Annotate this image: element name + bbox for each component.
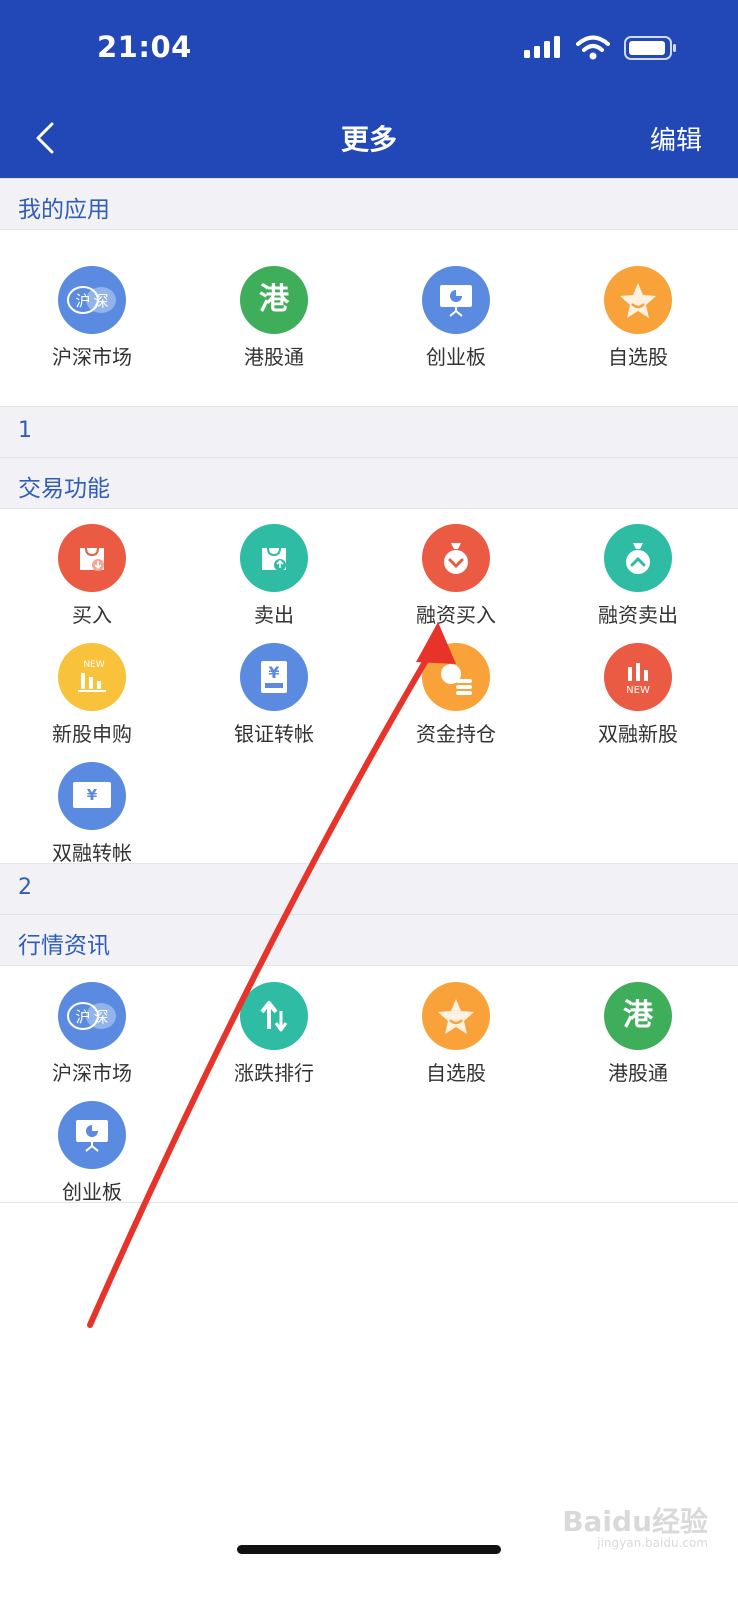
svg-text:NEW: NEW (626, 685, 650, 696)
app-label: 卖出 (254, 603, 294, 627)
hushen-icon: 沪 深 (58, 982, 126, 1050)
app-label: 沪深市场 (52, 1061, 132, 1085)
page-title: 更多 (340, 123, 397, 156)
app-label: 新股申购 (52, 722, 132, 746)
app-ipo-subscribe[interactable]: NEW 新股申购 (12, 643, 172, 747)
coin-stack-icon (422, 643, 490, 711)
app-margin-sell[interactable]: 融资卖出 (558, 524, 718, 628)
app-buy[interactable]: 买入 (12, 524, 172, 628)
app-hushen-market[interactable]: 沪 深 沪深市场 (12, 982, 172, 1086)
svg-text:深: 深 (93, 1008, 108, 1026)
app-watchlist[interactable]: 自选股 (558, 266, 718, 370)
svg-text:¥: ¥ (87, 786, 98, 804)
app-margin-buy[interactable]: 融资买入 (376, 524, 536, 628)
app-label: 自选股 (608, 345, 668, 369)
section-my-apps-header: 我的应用 (0, 178, 738, 230)
presentation-board-icon (422, 266, 490, 334)
hushen-icon: 沪 深 (58, 266, 126, 334)
app-chinext[interactable]: 创业板 (12, 1101, 172, 1205)
yen-card-icon: ¥ (240, 643, 308, 711)
status-bar: 21:04 (0, 0, 738, 100)
home-indicator[interactable] (237, 1545, 501, 1554)
nav-bar: 更多 编辑 (0, 100, 738, 178)
app-funds-holdings[interactable]: 资金持仓 (376, 643, 536, 747)
star-icon (604, 266, 672, 334)
app-hk-connect[interactable]: 港 港股通 (194, 266, 354, 370)
hk-connect-icon: 港 (240, 266, 308, 334)
app-label: 融资买入 (416, 603, 496, 627)
app-label: 港股通 (244, 345, 304, 369)
app-hk-connect[interactable]: 港 港股通 (558, 982, 718, 1086)
svg-text:深: 深 (93, 292, 108, 310)
status-icons (524, 34, 678, 62)
new-bar-chart-icon: NEW (58, 643, 126, 711)
list-bottom-divider (0, 1202, 738, 1203)
app-label: 买入 (72, 603, 112, 627)
app-label: 港股通 (608, 1061, 668, 1085)
svg-text:沪: 沪 (75, 1008, 90, 1026)
svg-text:NEW: NEW (83, 660, 104, 670)
money-bag-up-icon (604, 524, 672, 592)
app-label: 资金持仓 (416, 722, 496, 746)
section-title: 行情资讯 (18, 933, 110, 959)
app-label: 银证转帐 (234, 722, 314, 746)
section-market-header: 行情资讯 (0, 914, 738, 966)
shopping-bag-up-icon (240, 524, 308, 592)
presentation-board-icon (58, 1101, 126, 1169)
app-bank-transfer[interactable]: ¥ 银证转帐 (194, 643, 354, 747)
app-gainers-losers[interactable]: 涨跌排行 (194, 982, 354, 1086)
wifi-icon (576, 35, 610, 60)
signal-icon (524, 36, 560, 58)
money-bag-down-icon (422, 524, 490, 592)
app-watchlist[interactable]: 自选股 (376, 982, 536, 1086)
hk-connect-icon: 港 (604, 982, 672, 1050)
svg-text:¥: ¥ (268, 663, 279, 682)
app-margin-ipo[interactable]: NEW 双融新股 (558, 643, 718, 747)
section-group-number: 1 (0, 406, 738, 458)
battery-icon (624, 36, 676, 60)
app-label: 双融转帐 (52, 841, 132, 865)
app-label: 融资卖出 (598, 603, 678, 627)
yen-screen-icon: ¥ (58, 762, 126, 830)
shopping-bag-down-icon (58, 524, 126, 592)
baidu-watermark: Baidu经验 (562, 1505, 708, 1538)
app-label: 创业板 (62, 1180, 122, 1204)
app-chinext[interactable]: 创业板 (376, 266, 536, 370)
bar-chart-new-icon: NEW (604, 643, 672, 711)
app-label: 沪深市场 (52, 345, 132, 369)
app-label: 双融新股 (598, 722, 678, 746)
app-label: 涨跌排行 (234, 1061, 314, 1085)
up-down-arrows-icon (240, 982, 308, 1050)
star-icon (422, 982, 490, 1050)
section-title: 我的应用 (18, 197, 110, 223)
baidu-watermark-url: jingyan.baidu.com (597, 1536, 708, 1550)
app-label: 自选股 (426, 1061, 486, 1085)
svg-text:沪: 沪 (75, 292, 90, 310)
app-margin-transfer[interactable]: ¥ 双融转帐 (12, 762, 172, 866)
app-hushen-market[interactable]: 沪 深 沪深市场 (12, 266, 172, 370)
section-trading-header: 交易功能 (0, 457, 738, 509)
edit-button[interactable]: 编辑 (650, 120, 702, 157)
section-group-number: 2 (0, 863, 738, 915)
status-time: 21:04 (97, 30, 192, 64)
app-label: 创业板 (426, 345, 486, 369)
section-title: 交易功能 (18, 476, 110, 502)
app-sell[interactable]: 卖出 (194, 524, 354, 628)
